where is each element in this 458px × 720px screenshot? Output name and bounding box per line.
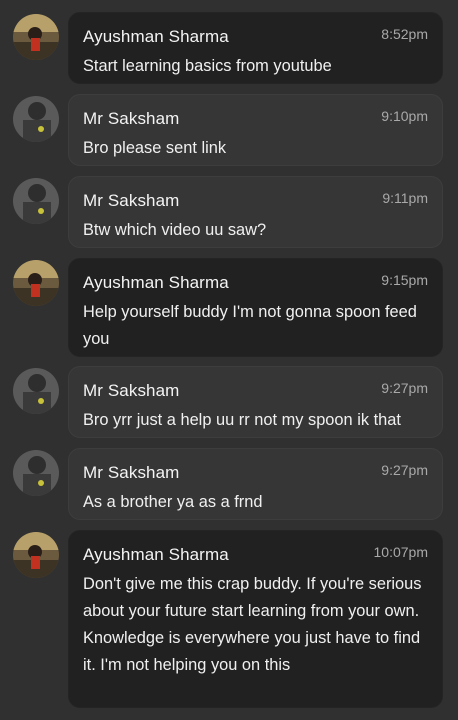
message-time: 9:15pm — [381, 272, 428, 288]
message-bubble: Mr Saksham 9:11pm Btw which video uu saw… — [68, 176, 443, 248]
message-time: 9:27pm — [381, 462, 428, 478]
saksham-avatar[interactable] — [13, 368, 59, 414]
sender-name: Ayushman Sharma — [83, 27, 229, 46]
sender-name: Mr Saksham — [83, 463, 180, 482]
message-time: 9:11pm — [382, 190, 428, 206]
message-bubble: Mr Saksham 9:10pm Bro please sent link — [68, 94, 443, 166]
message-text: Bro please sent link — [83, 139, 227, 157]
message-time: 9:10pm — [381, 108, 428, 124]
message-text: Start learning basics from youtube — [83, 57, 332, 75]
sender-name: Mr Saksham — [83, 381, 180, 400]
message-text: Help yourself buddy I'm not gonna spoon … — [83, 303, 417, 348]
message-text: As a brother ya as a frnd — [83, 493, 263, 511]
message-time: 10:07pm — [373, 544, 428, 560]
message-bubble: Ayushman Sharma 9:15pm Help yourself bud… — [68, 258, 443, 357]
message-bubble: Mr Saksham 9:27pm Bro yrr just a help uu… — [68, 366, 443, 438]
saksham-avatar[interactable] — [13, 178, 59, 224]
saksham-avatar[interactable] — [13, 450, 59, 496]
message-time: 8:52pm — [381, 26, 428, 42]
message-bubble: Mr Saksham 9:27pm As a brother ya as a f… — [68, 448, 443, 520]
message-time: 9:27pm — [381, 380, 428, 396]
ayushman-avatar[interactable] — [13, 14, 59, 60]
saksham-avatar[interactable] — [13, 96, 59, 142]
message-text: Bro yrr just a help uu rr not my spoon i… — [83, 411, 401, 429]
message-bubble: Ayushman Sharma 8:52pm Start learning ba… — [68, 12, 443, 84]
message-text: Don't give me this crap buddy. If you're… — [83, 575, 422, 674]
message-bubble: Ayushman Sharma 10:07pm Don't give me th… — [68, 530, 443, 708]
sender-name: Mr Saksham — [83, 109, 180, 128]
ayushman-avatar[interactable] — [13, 260, 59, 306]
sender-name: Ayushman Sharma — [83, 273, 229, 292]
ayushman-avatar[interactable] — [13, 532, 59, 578]
chat-thread: Ayushman Sharma 8:52pm Start learning ba… — [0, 0, 458, 720]
message-text: Btw which video uu saw? — [83, 221, 267, 239]
sender-name: Mr Saksham — [83, 191, 180, 210]
